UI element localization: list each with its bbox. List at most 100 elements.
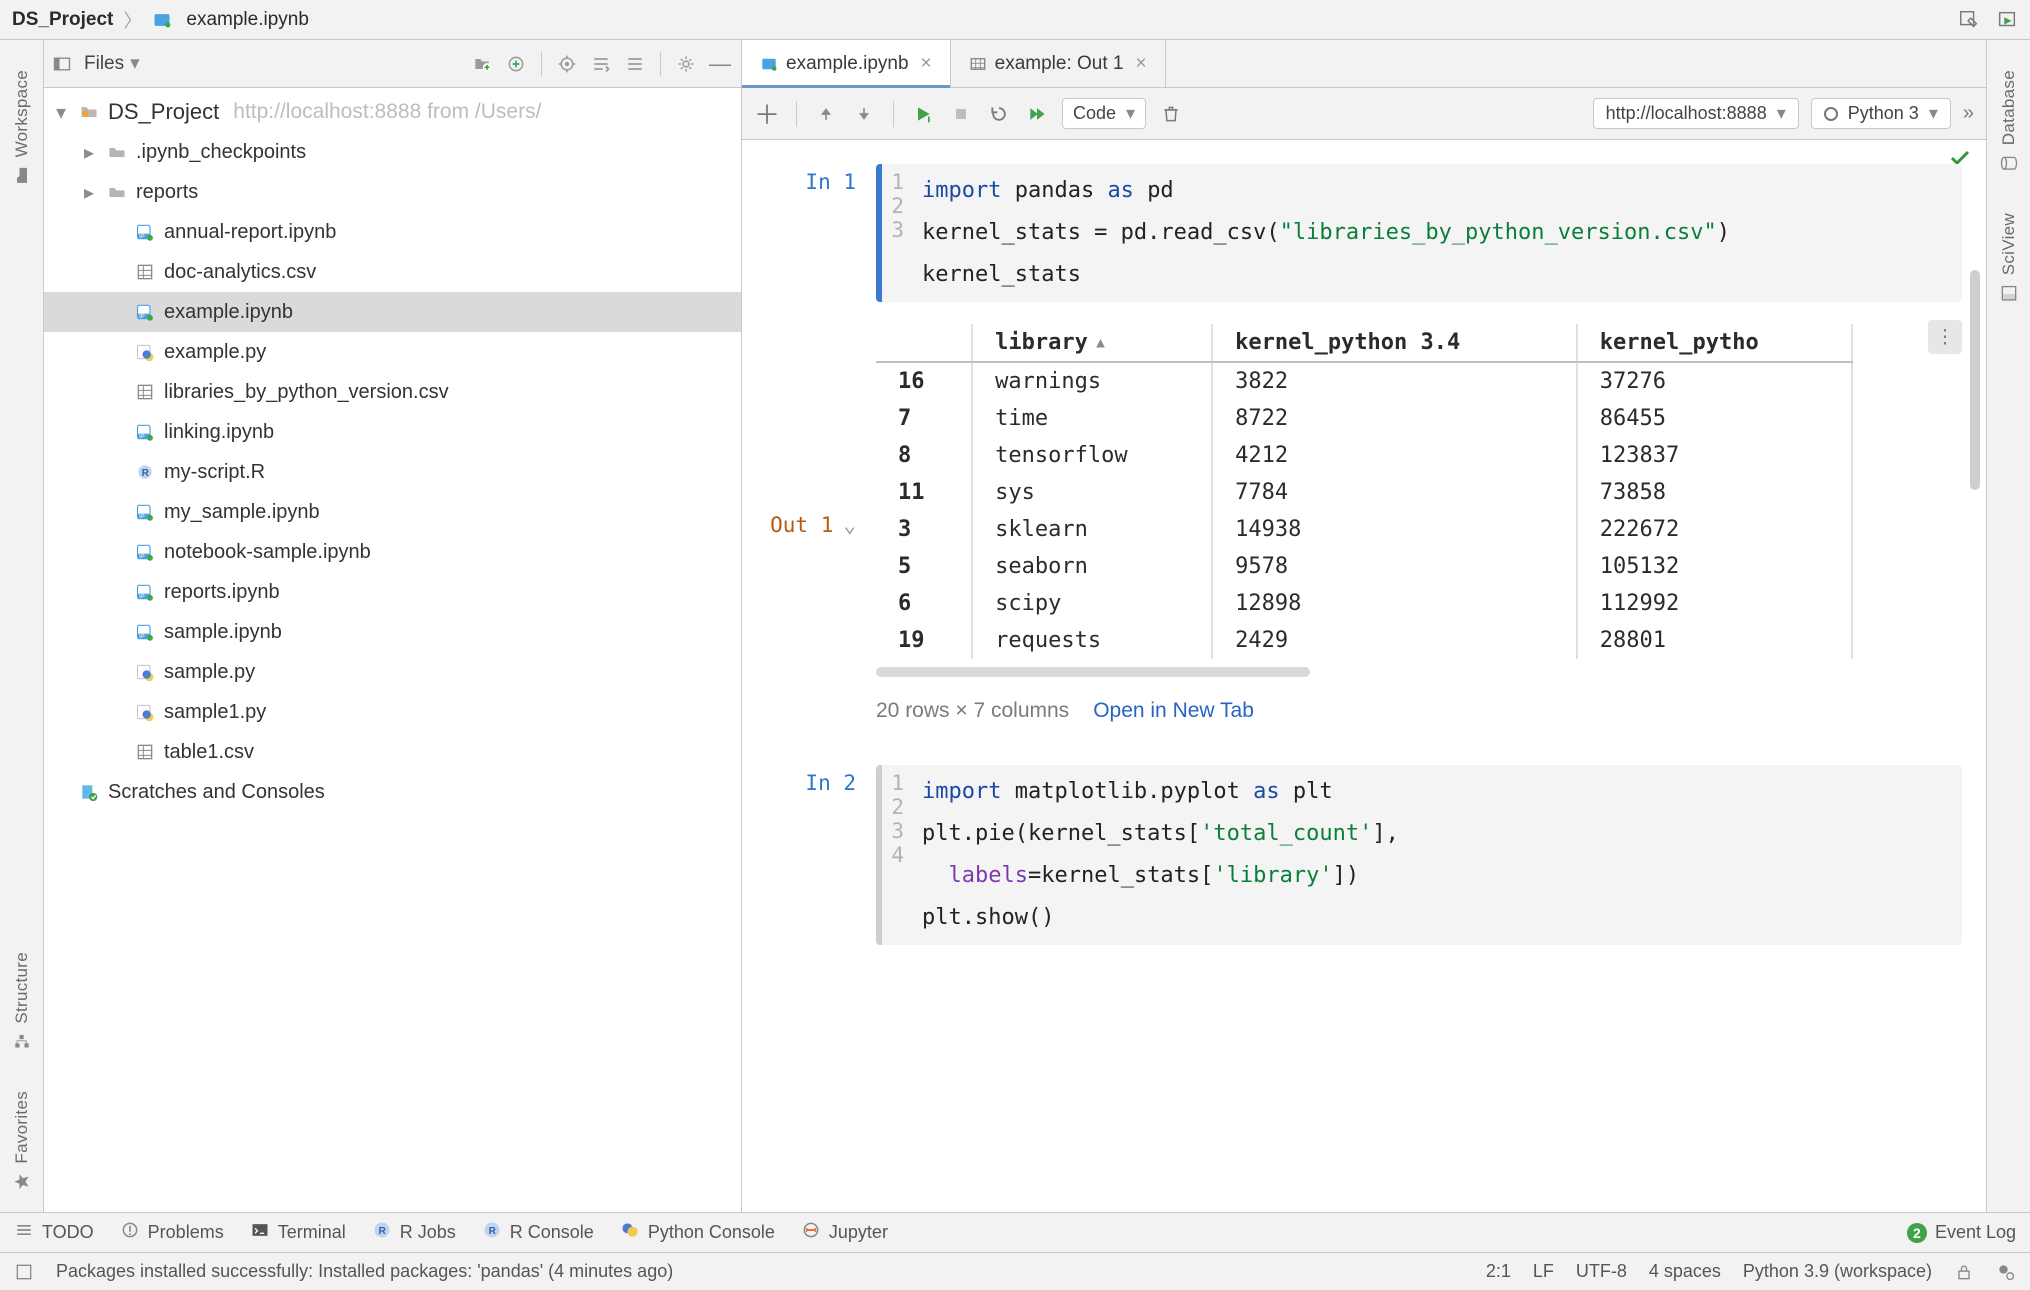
add-cell-icon[interactable]: ＋	[754, 101, 780, 127]
code-text[interactable]: import pandas as pd kernel_stats = pd.re…	[912, 164, 1956, 302]
table-h-scrollbar[interactable]	[876, 667, 1310, 677]
toolbar-overflow-icon[interactable]: »	[1963, 102, 1974, 125]
column-header[interactable]: kernel_pytho	[1577, 324, 1853, 362]
new-file-icon[interactable]	[469, 51, 495, 77]
tree-root[interactable]: ▾ DS_Project http://localhost:8888 from …	[44, 92, 741, 132]
new-folder-icon[interactable]	[503, 51, 529, 77]
chevron-down-icon[interactable]: ▾	[52, 100, 70, 125]
scope-selector[interactable]: Files ▾	[80, 50, 144, 77]
delete-cell-icon[interactable]	[1158, 101, 1184, 127]
scratches-node[interactable]: Scratches and Consoles	[44, 772, 741, 812]
dataframe-table[interactable]: library▴kernel_python 3.4kernel_pytho16w…	[876, 324, 1853, 659]
ide-settings-icon[interactable]	[1996, 1262, 2016, 1282]
tree-item[interactable]: IPreports.ipynb	[44, 572, 741, 612]
tree-item[interactable]: ▸reports	[44, 172, 741, 212]
bottom-python-console[interactable]: Python Console	[620, 1220, 775, 1245]
tree-item[interactable]: ▸.ipynb_checkpoints	[44, 132, 741, 172]
breadcrumb-sep: 〉	[123, 6, 142, 33]
bottom-todo[interactable]: TODO	[14, 1220, 94, 1245]
kernel-dropdown[interactable]: Python 3 ▾	[1811, 98, 1951, 129]
tree-item[interactable]: IPlinking.ipynb	[44, 412, 741, 452]
output-menu-icon[interactable]: ⋮	[1928, 320, 1962, 354]
gear-icon[interactable]	[673, 51, 699, 77]
target-icon[interactable]	[554, 51, 580, 77]
stop-icon[interactable]	[948, 101, 974, 127]
bottom-jupyter[interactable]: Jupyter	[801, 1220, 888, 1245]
table-row[interactable]: 16warnings382237276	[876, 362, 1852, 400]
run-dashboard-icon[interactable]	[1996, 9, 2018, 31]
editor-tab[interactable]: example: Out 1×	[951, 40, 1166, 87]
tree-item[interactable]: sample1.py	[44, 692, 741, 732]
tree-item[interactable]: doc-analytics.csv	[44, 252, 741, 292]
editor-tabs: example.ipynb×example: Out 1×	[742, 40, 1986, 88]
table-row[interactable]: 5seaborn9578105132	[876, 548, 1852, 585]
bottom-r-jobs[interactable]: RR Jobs	[372, 1220, 456, 1245]
editor-tab[interactable]: example.ipynb×	[742, 40, 951, 87]
table-row[interactable]: 7time872286455	[876, 400, 1852, 437]
code-editor[interactable]: 1234 import matplotlib.pyplot as plt plt…	[876, 765, 1962, 945]
move-down-icon[interactable]	[851, 101, 877, 127]
rail-workspace[interactable]: Workspace	[12, 70, 32, 185]
chevron-right-icon[interactable]: ▸	[80, 180, 98, 205]
tree-item[interactable]: example.py	[44, 332, 741, 372]
move-up-icon[interactable]	[813, 101, 839, 127]
table-row[interactable]: 19requests242928801	[876, 622, 1852, 659]
tree-item[interactable]: Rmy-script.R	[44, 452, 741, 492]
notebook-body[interactable]: In 1 123 import pandas as pd kernel_stat…	[742, 140, 1986, 1212]
table-row[interactable]: 3sklearn14938222672	[876, 511, 1852, 548]
expand-icon[interactable]	[588, 51, 614, 77]
project-tree[interactable]: ▾ DS_Project http://localhost:8888 from …	[44, 88, 741, 1212]
tree-item[interactable]: table1.csv	[44, 732, 741, 772]
tree-item[interactable]: sample.py	[44, 652, 741, 692]
code-editor[interactable]: 123 import pandas as pd kernel_stats = p…	[876, 164, 1962, 302]
code-cell-1[interactable]: In 1 123 import pandas as pd kernel_stat…	[766, 164, 1962, 302]
server-dropdown[interactable]: http://localhost:8888 ▾	[1593, 98, 1799, 129]
collapse-icon[interactable]	[622, 51, 648, 77]
open-in-new-tab-link[interactable]: Open in New Tab	[1093, 699, 1254, 723]
tool-icon	[120, 1220, 140, 1245]
column-header[interactable]: library▴	[972, 324, 1212, 362]
column-header[interactable]	[876, 324, 972, 362]
bottom-problems[interactable]: Problems	[120, 1220, 224, 1245]
table-row[interactable]: 11sys778473858	[876, 474, 1852, 511]
table-row[interactable]: 6scipy12898112992	[876, 585, 1852, 622]
code-text[interactable]: import matplotlib.pyplot as plt plt.pie(…	[912, 765, 1956, 945]
caret-position[interactable]: 2:1	[1486, 1261, 1511, 1282]
tree-item[interactable]: IPsample.ipynb	[44, 612, 741, 652]
scratch-edit-icon[interactable]	[1958, 9, 1980, 31]
close-icon[interactable]: ×	[1135, 53, 1146, 75]
status-info-icon[interactable]	[14, 1262, 34, 1282]
indent-setting[interactable]: 4 spaces	[1649, 1261, 1721, 1282]
tree-item[interactable]: IPnotebook-sample.ipynb	[44, 532, 741, 572]
editor-scrollbar[interactable]	[1970, 270, 1980, 490]
run-cell-icon[interactable]	[910, 101, 936, 127]
restart-icon[interactable]	[986, 101, 1012, 127]
cell-out-label[interactable]: Out 1 ⌄	[766, 320, 856, 723]
column-header[interactable]: kernel_python 3.4	[1212, 324, 1577, 362]
tree-item[interactable]: IPannual-report.ipynb	[44, 212, 741, 252]
event-log[interactable]: 2Event Log	[1907, 1222, 2016, 1243]
chevron-down-icon[interactable]: ⌄	[843, 513, 856, 537]
table-row[interactable]: 8tensorflow4212123837	[876, 437, 1852, 474]
breadcrumb-project[interactable]: DS_Project	[12, 9, 113, 31]
chevron-right-icon[interactable]: ▸	[80, 140, 98, 165]
tree-item[interactable]: libraries_by_python_version.csv	[44, 372, 741, 412]
bottom-r-console[interactable]: RR Console	[482, 1220, 594, 1245]
file-encoding[interactable]: UTF-8	[1576, 1261, 1627, 1282]
tree-item[interactable]: IPmy_sample.ipynb	[44, 492, 741, 532]
hide-icon[interactable]: —	[707, 51, 733, 77]
run-all-icon[interactable]	[1024, 101, 1050, 127]
cell-type-dropdown[interactable]: Code ▾	[1062, 98, 1146, 129]
rail-database[interactable]: Database	[1999, 70, 2019, 173]
line-separator[interactable]: LF	[1533, 1261, 1554, 1282]
code-cell-2[interactable]: In 2 1234 import matplotlib.pyplot as pl…	[766, 765, 1962, 945]
interpreter[interactable]: Python 3.9 (workspace)	[1743, 1261, 1932, 1282]
rail-structure[interactable]: Structure	[12, 952, 32, 1052]
tree-item[interactable]: IPexample.ipynb	[44, 292, 741, 332]
bottom-terminal[interactable]: Terminal	[250, 1220, 346, 1245]
lock-icon[interactable]	[1954, 1262, 1974, 1282]
rail-sciview[interactable]: SciView	[1999, 213, 2019, 303]
breadcrumb-file[interactable]: example.ipynb	[186, 9, 309, 31]
rail-favorites[interactable]: Favorites	[12, 1091, 32, 1192]
close-icon[interactable]: ×	[921, 53, 932, 75]
